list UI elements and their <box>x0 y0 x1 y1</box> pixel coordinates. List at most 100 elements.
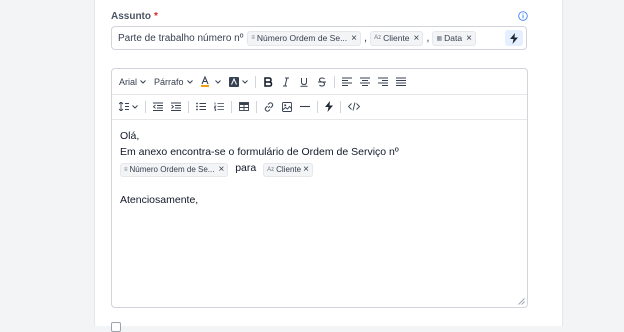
body-line: Em anexo encontra-se o formulário de Ord… <box>120 146 399 158</box>
remove-chip-icon[interactable]: × <box>303 162 309 178</box>
text-color-icon <box>200 76 209 87</box>
toolbar-divider <box>145 100 146 113</box>
align-center-icon <box>359 77 370 86</box>
empty-line <box>120 176 519 192</box>
bold-button[interactable] <box>263 74 273 90</box>
indent-icon <box>171 102 181 111</box>
variable-chip-order-number[interactable]: ≡ Número Ordem de Se... × <box>120 162 229 178</box>
variable-chip-order-number[interactable]: ≡ Número Ordem de Se... × <box>247 30 361 46</box>
font-family-select[interactable]: Arial <box>119 74 146 90</box>
resize-handle-icon[interactable] <box>518 298 525 305</box>
align-justify-icon <box>395 77 406 86</box>
toolbar-divider <box>231 100 232 113</box>
bulleted-list-icon <box>196 102 206 111</box>
insert-variable-toolbar-button[interactable] <box>325 99 333 115</box>
remove-chip-icon[interactable]: × <box>218 162 224 178</box>
indent-button[interactable] <box>171 99 181 115</box>
line-height-select[interactable] <box>119 99 138 115</box>
chevron-down-icon <box>140 79 146 84</box>
outdent-button[interactable] <box>153 99 163 115</box>
align-left-button[interactable] <box>341 74 352 90</box>
align-justify-button[interactable] <box>395 74 406 90</box>
toolbar-row-1: Arial Párrafo <box>112 69 527 95</box>
variable-chip-client[interactable]: Az Cliente × <box>370 30 424 46</box>
underline-button[interactable] <box>299 74 309 90</box>
strikethrough-button[interactable] <box>317 74 327 90</box>
chip-label: Cliente <box>383 33 410 43</box>
chevron-down-icon <box>214 79 221 84</box>
bold-icon <box>263 76 272 87</box>
list-icon: ≡ <box>251 35 255 41</box>
align-left-icon <box>341 77 352 86</box>
lightning-icon <box>325 101 333 112</box>
remove-chip-icon[interactable]: × <box>466 33 472 44</box>
lightning-icon <box>510 32 518 44</box>
checkbox[interactable] <box>111 322 121 332</box>
variable-chip-date[interactable]: ▦ Data × <box>432 30 476 46</box>
source-code-button[interactable] <box>348 99 360 115</box>
connector-text: para <box>235 162 257 174</box>
strikethrough-icon <box>317 76 326 87</box>
chip-label: Número Ordem de Se... <box>256 33 348 43</box>
chevron-down-icon <box>132 104 138 109</box>
insert-link-button[interactable] <box>264 99 274 115</box>
link-icon <box>264 101 274 112</box>
toolbar-divider <box>188 100 189 113</box>
closing-line: Atenciosamente, <box>120 194 199 206</box>
greeting-line: Olá, <box>120 130 140 142</box>
variable-chip-client[interactable]: Az Cliente × <box>263 163 313 177</box>
chevron-down-icon <box>241 79 248 84</box>
separator: , <box>364 32 368 44</box>
font-family-label: Arial <box>119 76 138 87</box>
background-color-button[interactable] <box>228 74 248 90</box>
toolbar-divider <box>333 75 335 88</box>
insert-variable-button[interactable] <box>505 30 523 46</box>
horizontal-rule-button[interactable] <box>300 99 310 115</box>
chip-label: Cliente <box>276 165 302 174</box>
image-icon <box>282 101 292 112</box>
italic-button[interactable] <box>281 74 291 90</box>
toolbar-divider <box>256 100 257 113</box>
toolbar-divider <box>340 100 341 113</box>
calendar-icon: ▦ <box>436 35 443 42</box>
rich-text-editor[interactable]: Arial Párrafo Olá, Em anexo encontra-se … <box>111 68 528 308</box>
paragraph-format-select[interactable]: Párrafo <box>154 74 193 90</box>
insert-image-button[interactable] <box>282 99 292 115</box>
subject-prefix-text: Parte de trabalho número nº <box>118 32 244 44</box>
line-height-icon <box>119 102 129 111</box>
underline-icon <box>300 77 308 87</box>
list-icon: ≡ <box>124 167 128 173</box>
code-icon <box>348 102 360 111</box>
insert-table-button[interactable] <box>239 99 249 115</box>
toolbar-divider <box>317 100 318 113</box>
numbered-list-button[interactable] <box>214 99 224 115</box>
horizontal-rule-icon <box>300 105 310 108</box>
outdent-icon <box>153 102 163 111</box>
required-mark: * <box>154 11 158 22</box>
toolbar-row-2 <box>112 94 527 120</box>
body-variable-line: ≡ Número Ordem de Se... × para Az Client… <box>120 160 519 178</box>
align-right-button[interactable] <box>377 74 388 90</box>
align-center-button[interactable] <box>359 74 370 90</box>
editor-content[interactable]: Olá, Em anexo encontra-se o formulário d… <box>120 128 519 208</box>
remove-chip-icon[interactable]: × <box>414 33 420 44</box>
chip-label: Número Ordem de Se... <box>129 165 215 174</box>
chip-label: Data <box>444 33 463 43</box>
text-field-icon: Az <box>267 167 275 173</box>
subject-label: Assunto * <box>111 11 158 22</box>
table-icon <box>239 102 249 111</box>
paragraph-format-label: Párrafo <box>154 76 184 87</box>
separator: , <box>426 32 430 44</box>
remove-chip-icon[interactable]: × <box>351 33 357 44</box>
numbered-list-icon <box>214 102 224 111</box>
text-color-button[interactable] <box>200 74 221 90</box>
bulleted-list-button[interactable] <box>196 99 206 115</box>
highlight-icon <box>228 76 239 87</box>
subject-input[interactable]: Parte de trabalho número nº ≡ Número Ord… <box>111 26 527 50</box>
text-field-icon: Az <box>374 35 382 41</box>
toolbar-divider <box>254 75 256 88</box>
align-right-icon <box>377 77 388 86</box>
info-icon[interactable] <box>518 11 528 21</box>
italic-icon <box>282 77 289 86</box>
chevron-down-icon <box>186 79 193 84</box>
